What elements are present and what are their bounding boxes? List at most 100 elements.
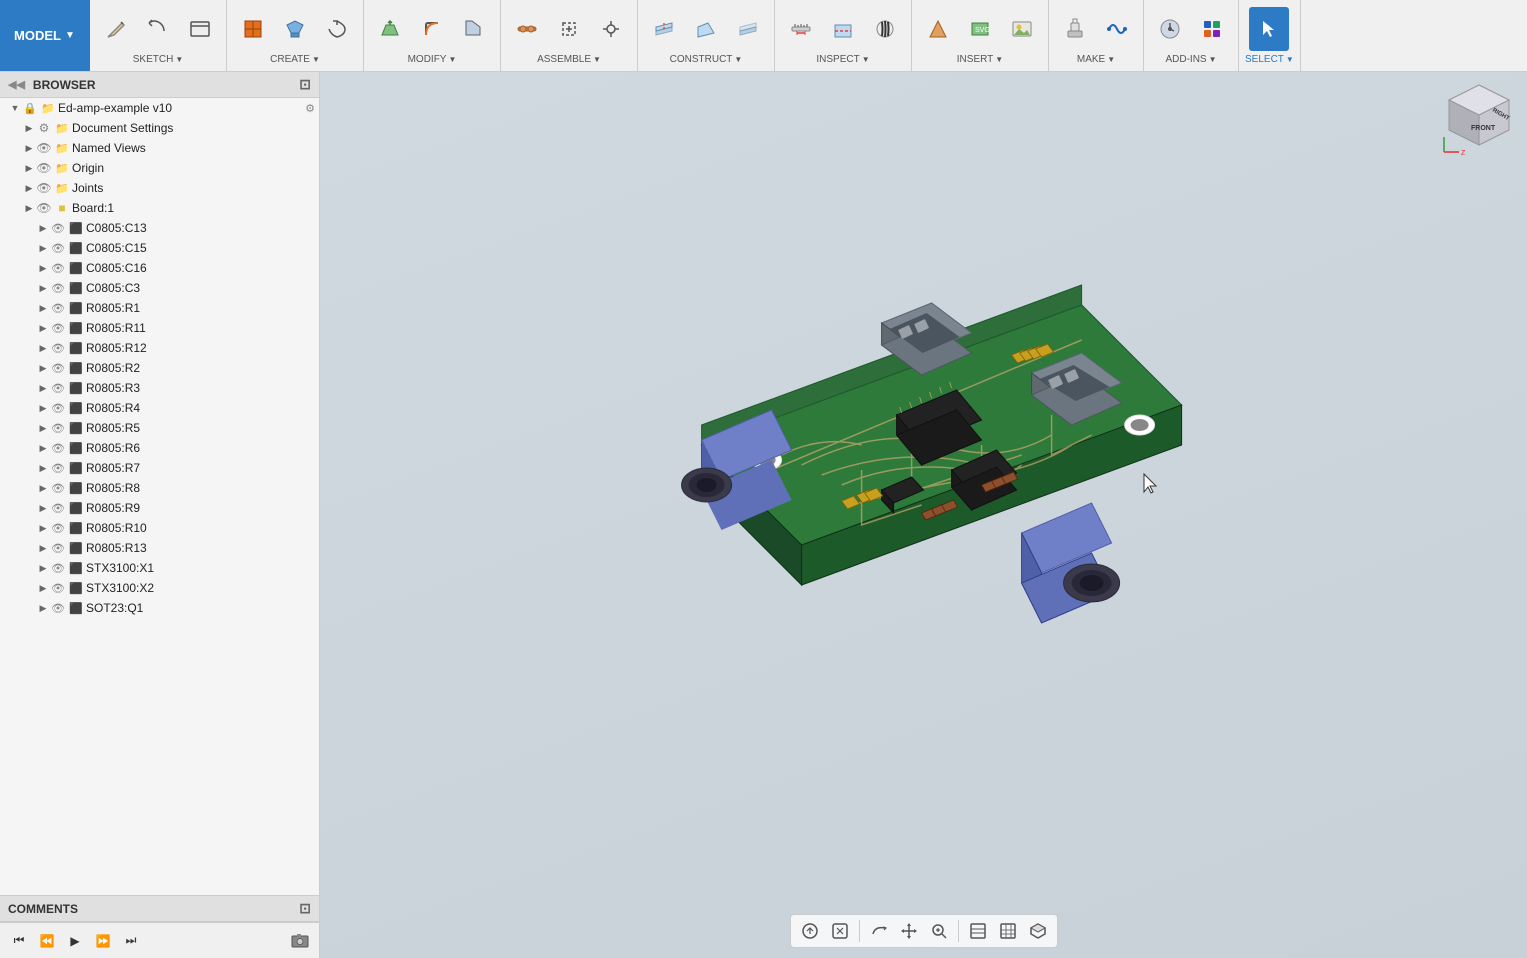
angle-plane-icon[interactable] [686,7,726,51]
tree-item-c0805-c15[interactable]: ▶ 👁 ⬛ C0805:C15 [0,238,319,258]
root-expand-arrow: ▼ [8,103,22,113]
construct-icons [644,4,768,54]
app-store-icon[interactable] [1192,7,1232,51]
tree-item-doc-settings[interactable]: ▶ ⚙ 📁 Document Settings [0,118,319,138]
playback-next-button[interactable]: ⏩ [92,930,114,952]
make-icons [1055,4,1137,54]
tree-item-r0805-r8[interactable]: ▶ 👁 ⬛ R0805:R8 [0,478,319,498]
tree-item-r0805-r6[interactable]: ▶ 👁 ⬛ R0805:R6 [0,438,319,458]
named-views-arrow: ▶ [22,143,36,154]
board1-label: Board:1 [72,201,114,215]
comments-settings-icon[interactable]: ⊡ [299,900,311,917]
zoom-button[interactable] [926,918,952,944]
section-analysis-icon[interactable] [823,7,863,51]
scripts-addins-icon[interactable] [1150,7,1190,51]
tree-root-item[interactable]: ▼ 🔒 📁 Ed-amp-example v10 ⚙ [0,98,319,118]
tree-item-joints[interactable]: ▶ 👁 📁 Joints [0,178,319,198]
tree-item-stx3100-x1[interactable]: ▶ 👁 ⬛ STX3100:X1 [0,558,319,578]
modify-icons [370,4,494,54]
tree-item-r0805-r1[interactable]: ▶ 👁 ⬛ R0805:R1 [0,298,319,318]
pan-button[interactable] [896,918,922,944]
insert-svg-icon[interactable]: SVG [960,7,1000,51]
origin-eye-icon: 👁 [36,160,52,176]
tree-item-r0805-r3[interactable]: ▶ 👁 ⬛ R0805:R3 [0,378,319,398]
tree-item-r0805-r10[interactable]: ▶ 👁 ⬛ R0805:R10 [0,518,319,538]
playback-end-button[interactable]: ⏭ [120,930,142,952]
insert-label[interactable]: INSERT ▼ [957,54,1003,67]
zebra-analysis-icon[interactable] [865,7,905,51]
playback-start-button[interactable]: ⏮ [8,930,30,952]
revolve-icon[interactable] [317,7,357,51]
extrude-icon[interactable] [275,7,315,51]
generate-toolpath-icon[interactable] [1097,7,1137,51]
new-component-icon[interactable] [233,7,273,51]
toolbar-section-select: SELECT ▼ [1239,0,1301,71]
make-label[interactable]: MAKE ▼ [1077,54,1115,67]
playback-prev-button[interactable]: ⏪ [36,930,58,952]
browser-header-left: ◀◀ BROWSER [8,78,96,92]
undo-icon[interactable] [138,7,178,51]
addins-icons [1150,4,1232,54]
model-mode-button[interactable]: MODEL ▼ [0,0,90,71]
create-sketch-icon[interactable] [96,7,136,51]
sketch-label[interactable]: SKETCH ▼ [133,54,183,67]
inspect-label[interactable]: INSPECT ▼ [816,54,869,67]
left-panel: ◀◀ BROWSER ⊡ ▼ 🔒 📁 Ed-amp-example v10 ⚙ … [0,72,320,958]
tree-item-r0805-r13[interactable]: ▶ 👁 ⬛ R0805:R13 [0,538,319,558]
joint-icon[interactable] [507,7,547,51]
grid-button[interactable] [995,918,1021,944]
tree-item-sot23-q1[interactable]: ▶ 👁 ⬛ SOT23:Q1 [0,598,319,618]
display-settings-button[interactable] [965,918,991,944]
measure-icon[interactable] [781,7,821,51]
tree-item-c0805-c13[interactable]: ▶ 👁 ⬛ C0805:C13 [0,218,319,238]
tree-item-r0805-r2[interactable]: ▶ 👁 ⬛ R0805:R2 [0,358,319,378]
tree-item-r0805-r4[interactable]: ▶ 👁 ⬛ R0805:R4 [0,398,319,418]
select-label[interactable]: SELECT ▼ [1245,54,1294,67]
3d-print-icon[interactable] [1055,7,1095,51]
select-tool-icon[interactable] [1249,7,1289,51]
addins-label[interactable]: ADD-INS ▼ [1165,54,1216,67]
model-dropdown-arrow: ▼ [65,30,75,41]
origin-folder-icon: 📁 [54,160,70,176]
tree-item-r0805-r9[interactable]: ▶ 👁 ⬛ R0805:R9 [0,498,319,518]
tree-item-r0805-r7[interactable]: ▶ 👁 ⬛ R0805:R7 [0,458,319,478]
tree-item-c0805-c16[interactable]: ▶ 👁 ⬛ C0805:C16 [0,258,319,278]
joints-folder-icon: 📁 [54,180,70,196]
toolbar-separator-2 [958,920,959,942]
display-sketch-icon[interactable] [180,7,220,51]
create-label[interactable]: CREATE ▼ [270,54,320,67]
look-at-button[interactable] [827,918,853,944]
tree-item-board1[interactable]: ▶ 👁 ■ Board:1 [0,198,319,218]
insert-mesh-icon[interactable] [918,7,958,51]
joint-origin-icon[interactable] [591,7,631,51]
view-cube-button[interactable] [1025,918,1051,944]
assemble-label[interactable]: ASSEMBLE ▼ [537,54,601,67]
press-pull-icon[interactable] [370,7,410,51]
construct-label[interactable]: CONSTRUCT ▼ [670,54,743,67]
modify-label[interactable]: MODIFY ▼ [408,54,457,67]
tree-item-r0805-r12[interactable]: ▶ 👁 ⬛ R0805:R12 [0,338,319,358]
panel-collapser-left[interactable]: ◀◀ [8,78,25,91]
orbit-button[interactable] [866,918,892,944]
fit-all-button[interactable] [797,918,823,944]
playback-camera-button[interactable] [289,930,311,952]
joints-arrow: ▶ [22,183,36,194]
nav-cube[interactable]: FRONT RIGHT Z [1439,80,1519,160]
viewport[interactable]: FRONT RIGHT Z [320,72,1527,958]
browser-tree: ▼ 🔒 📁 Ed-amp-example v10 ⚙ ▶ ⚙ 📁 Documen… [0,98,319,895]
chamfer-icon[interactable] [454,7,494,51]
fillet-icon[interactable] [412,7,452,51]
tree-item-r0805-r11[interactable]: ▶ 👁 ⬛ R0805:R11 [0,318,319,338]
browser-settings-icon[interactable]: ⊡ [299,76,311,93]
as-built-joint-icon[interactable] [549,7,589,51]
tree-item-origin[interactable]: ▶ 👁 📁 Origin [0,158,319,178]
insert-image-icon[interactable] [1002,7,1042,51]
tree-item-r0805-r5[interactable]: ▶ 👁 ⬛ R0805:R5 [0,418,319,438]
named-views-label: Named Views [72,141,146,155]
midplane-icon[interactable] [728,7,768,51]
tree-item-c0805-c3[interactable]: ▶ 👁 ⬛ C0805:C3 [0,278,319,298]
offset-plane-icon[interactable] [644,7,684,51]
tree-item-named-views[interactable]: ▶ 👁 📁 Named Views [0,138,319,158]
playback-play-button[interactable]: ▶ [64,930,86,952]
tree-item-stx3100-x2[interactable]: ▶ 👁 ⬛ STX3100:X2 [0,578,319,598]
